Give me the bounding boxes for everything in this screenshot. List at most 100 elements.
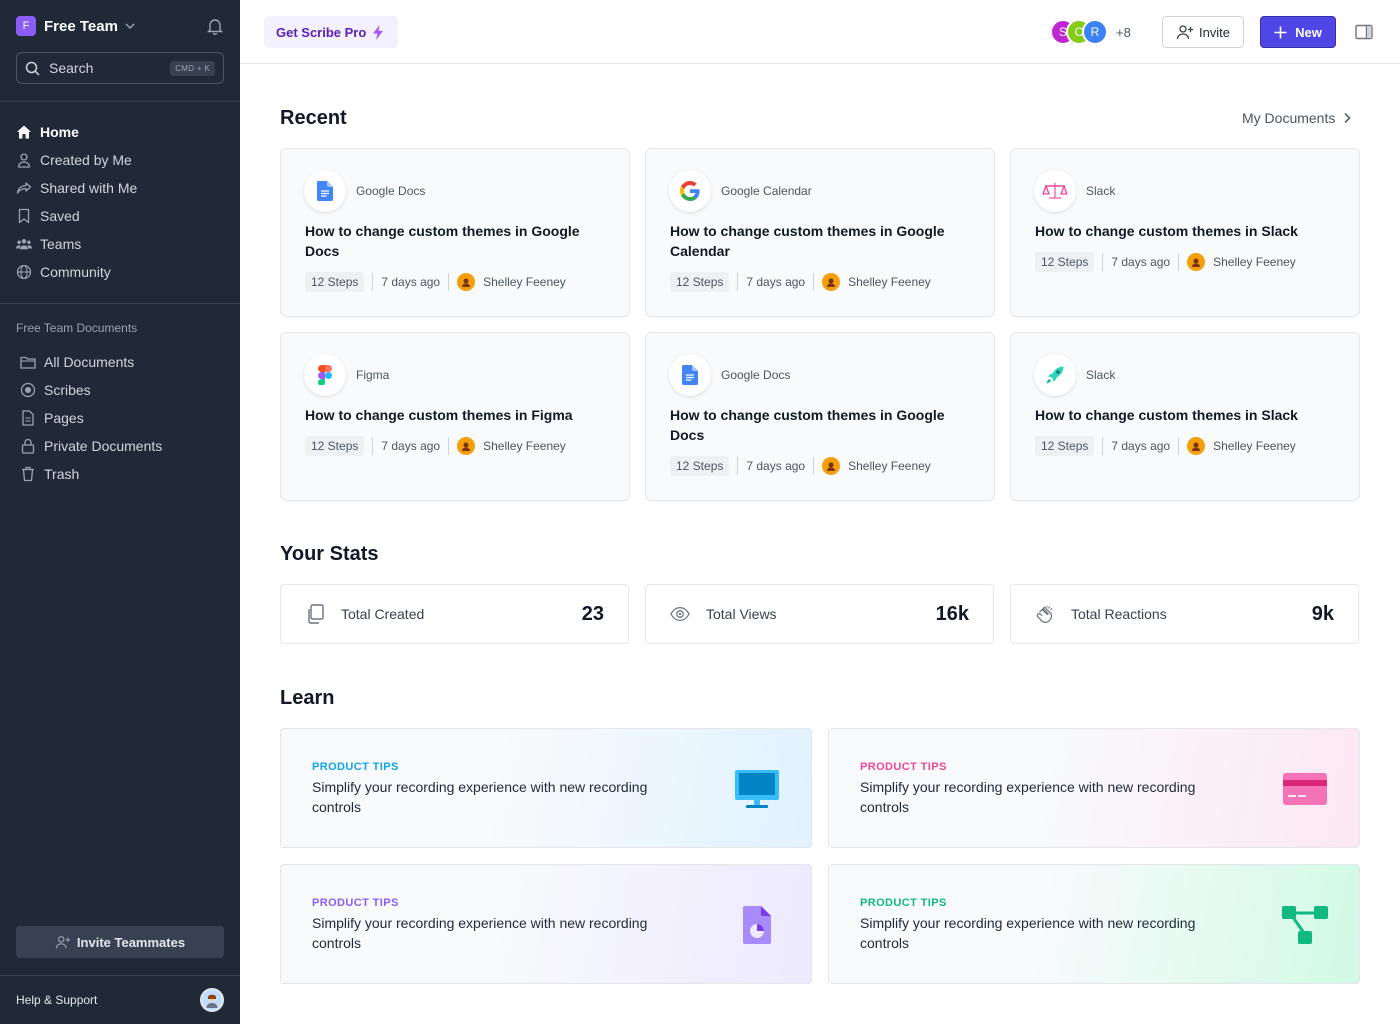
- divider: [372, 273, 374, 291]
- sidebar-item-shared-with-me[interactable]: Shared with Me: [16, 174, 224, 202]
- bookmark-icon: [16, 208, 32, 224]
- divider: [1102, 253, 1104, 271]
- sidebar-item-home[interactable]: Home: [16, 118, 224, 146]
- get-scribe-pro-label: Get Scribe Pro: [276, 24, 367, 40]
- document-time: 7 days ago: [746, 459, 806, 473]
- document-time: 7 days ago: [381, 275, 441, 289]
- document-app: Google Docs: [669, 354, 790, 396]
- sidebar-item-label: Private Documents: [44, 438, 163, 454]
- app-name: Google Docs: [356, 184, 426, 198]
- home-icon: [16, 124, 32, 140]
- chevron-right-icon: [1343, 112, 1355, 124]
- invite-button[interactable]: Invite: [1162, 16, 1244, 48]
- stat-label: Total Reactions: [1071, 606, 1167, 622]
- help-support-link[interactable]: Help & Support: [16, 988, 224, 1012]
- user-avatar[interactable]: [200, 988, 224, 1012]
- sidebar-item-community[interactable]: Community: [16, 258, 224, 286]
- flow-icon: [1281, 903, 1329, 947]
- section-title: Free Team Documents: [16, 321, 138, 335]
- divider: [1178, 437, 1180, 455]
- steps-badge: 12 Steps: [305, 272, 365, 292]
- plus-icon: [1274, 25, 1288, 39]
- learn-card[interactable]: PRODUCT TIPS Simplify your recording exp…: [280, 728, 812, 848]
- sidebar-item-label: Shared with Me: [40, 180, 138, 196]
- google-docs-icon: [304, 170, 346, 212]
- sidebar-item-scribes[interactable]: Scribes: [16, 376, 224, 404]
- learn-card[interactable]: PRODUCT TIPS Simplify your recording exp…: [828, 864, 1360, 984]
- learn-heading: Learn: [280, 687, 335, 709]
- sidebar-item-label: All Documents: [44, 354, 135, 370]
- stat-value: 23: [581, 602, 604, 625]
- sidebar-item-all-documents[interactable]: All Documents: [16, 348, 224, 376]
- author-avatar: [457, 273, 476, 291]
- sidebar-item-pages[interactable]: Pages: [16, 404, 224, 432]
- sidebar-divider: [0, 101, 240, 102]
- new-button[interactable]: New: [1260, 16, 1336, 48]
- avatars-more-count: +8: [1116, 24, 1131, 40]
- bell-icon[interactable]: [206, 17, 224, 35]
- stat-label: Total Views: [706, 606, 777, 622]
- figma-icon: [304, 354, 346, 396]
- author-avatar: [1187, 253, 1206, 271]
- stat-card-total-views: Total Views 16k: [645, 584, 994, 644]
- recent-document-card[interactable]: Slack How to change custom themes in Sla…: [1010, 332, 1360, 501]
- document-app: Slack: [1034, 170, 1115, 212]
- steps-badge: 12 Steps: [670, 456, 730, 476]
- recent-document-card[interactable]: Slack How to change custom themes in Sla…: [1010, 148, 1360, 317]
- recent-document-card[interactable]: Google Docs How to change custom themes …: [645, 332, 995, 501]
- lightning-icon: [372, 24, 386, 40]
- steps-badge: 12 Steps: [670, 272, 730, 292]
- author-avatar: [822, 273, 841, 291]
- document-title: How to change custom themes in Slack: [1035, 223, 1298, 239]
- sidebar-item-trash[interactable]: Trash: [16, 460, 224, 488]
- document-title: How to change custom themes in Slack: [1035, 407, 1298, 423]
- invite-teammates-button[interactable]: Invite Teammates: [16, 926, 224, 958]
- document-app: Figma: [304, 354, 389, 396]
- document-time: 7 days ago: [381, 439, 441, 453]
- document-meta: 12 Steps 7 days ago Shelley Feeney: [305, 272, 566, 292]
- users-icon: [16, 236, 32, 252]
- stat-card-total-reactions: Total Reactions 9k: [1010, 584, 1359, 644]
- sidebar-divider: [0, 303, 240, 304]
- stat-label: Total Created: [341, 606, 425, 622]
- document-title: How to change custom themes in Google Do…: [305, 223, 580, 259]
- author-avatar: [1187, 437, 1206, 455]
- divider: [813, 273, 815, 291]
- clap-icon: [1035, 604, 1055, 624]
- app-name: Google Calendar: [721, 184, 812, 198]
- document-app: Google Calendar: [669, 170, 812, 212]
- sidebar-item-private-documents[interactable]: Private Documents: [16, 432, 224, 460]
- slack-scale-icon: [1034, 170, 1076, 212]
- sidebar-item-label: Created by Me: [40, 152, 132, 168]
- author-name: Shelley Feeney: [483, 439, 566, 453]
- learn-tag: PRODUCT TIPS: [860, 897, 947, 909]
- divider: [372, 437, 374, 455]
- team-switcher[interactable]: F Free Team: [16, 16, 224, 36]
- recent-document-card[interactable]: Google Docs How to change custom themes …: [280, 148, 630, 317]
- sidebar-item-teams[interactable]: Teams: [16, 230, 224, 258]
- new-label: New: [1295, 24, 1322, 40]
- author-name: Shelley Feeney: [1213, 439, 1296, 453]
- learn-text: Simplify your recording experience with …: [312, 915, 648, 951]
- get-scribe-pro-button[interactable]: Get Scribe Pro: [264, 16, 399, 48]
- recent-document-card[interactable]: Figma How to change custom themes in Fig…: [280, 332, 630, 501]
- recent-document-card[interactable]: Google Calendar How to change custom the…: [645, 148, 995, 317]
- sidebar-item-saved[interactable]: Saved: [16, 202, 224, 230]
- stat-value: 9k: [1311, 602, 1334, 625]
- steps-badge: 12 Steps: [305, 436, 365, 456]
- sidebar: F Free Team Search CMD + K Home Created …: [0, 0, 240, 1024]
- my-documents-link[interactable]: My Documents: [1242, 110, 1355, 126]
- team-name: Free Team: [44, 17, 118, 35]
- learn-card[interactable]: PRODUCT TIPS Simplify your recording exp…: [828, 728, 1360, 848]
- document-app: Slack: [1034, 354, 1115, 396]
- divider: [1178, 253, 1180, 271]
- collaborator-avatars[interactable]: S C R +8: [1050, 19, 1131, 45]
- sidebar-panel-icon[interactable]: [1355, 23, 1373, 41]
- search-input[interactable]: Search CMD + K: [16, 52, 224, 84]
- divider: [448, 437, 450, 455]
- learn-card[interactable]: PRODUCT TIPS Simplify your recording exp…: [280, 864, 812, 984]
- learn-tag: PRODUCT TIPS: [860, 761, 947, 773]
- document-title: How to change custom themes in Google Do…: [670, 407, 945, 443]
- avatar: R: [1082, 19, 1108, 45]
- sidebar-item-created-by-me[interactable]: Created by Me: [16, 146, 224, 174]
